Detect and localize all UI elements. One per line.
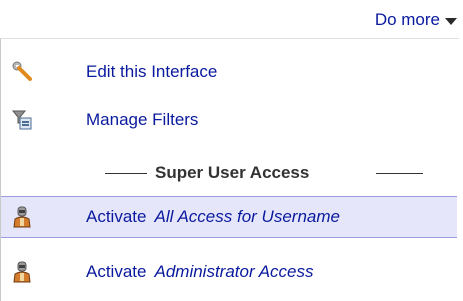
menu-item-edit-interface[interactable]: Edit this Interface xyxy=(1,51,457,93)
menu-item-manage-filters[interactable]: Manage Filters xyxy=(1,99,457,141)
page-root: Do more Edit this Interface Manage Filte… xyxy=(0,0,463,301)
section-title: Super User Access xyxy=(155,163,310,182)
do-more-dropdown[interactable]: Do more xyxy=(375,10,457,30)
filter-icon xyxy=(11,109,33,131)
super-user-section-header: Super User Access xyxy=(1,159,457,187)
user-icon xyxy=(11,261,33,283)
chevron-down-icon[interactable] xyxy=(445,17,457,25)
user-icon xyxy=(11,206,33,228)
menu-item-label[interactable]: Manage Filters xyxy=(86,110,198,130)
access-target: All Access for Username xyxy=(154,207,340,226)
wrench-icon xyxy=(11,61,33,83)
do-more-menu: Edit this Interface Manage Filters Super… xyxy=(0,38,459,301)
activate-prefix: Activate xyxy=(86,262,147,281)
activate-prefix: Activate xyxy=(86,207,147,226)
divider xyxy=(105,173,147,174)
do-more-label[interactable]: Do more xyxy=(375,10,440,30)
menu-item-activate-admin-access[interactable]: Activate Administrator Access xyxy=(1,251,457,293)
divider xyxy=(376,173,423,174)
menu-item-activate-all-access[interactable]: Activate All Access for Username xyxy=(1,196,457,238)
menu-item-label[interactable]: Activate All Access for Username xyxy=(86,207,340,227)
menu-item-label[interactable]: Edit this Interface xyxy=(86,62,217,82)
menu-item-label[interactable]: Activate Administrator Access xyxy=(86,262,314,282)
access-target: Administrator Access xyxy=(154,262,314,281)
